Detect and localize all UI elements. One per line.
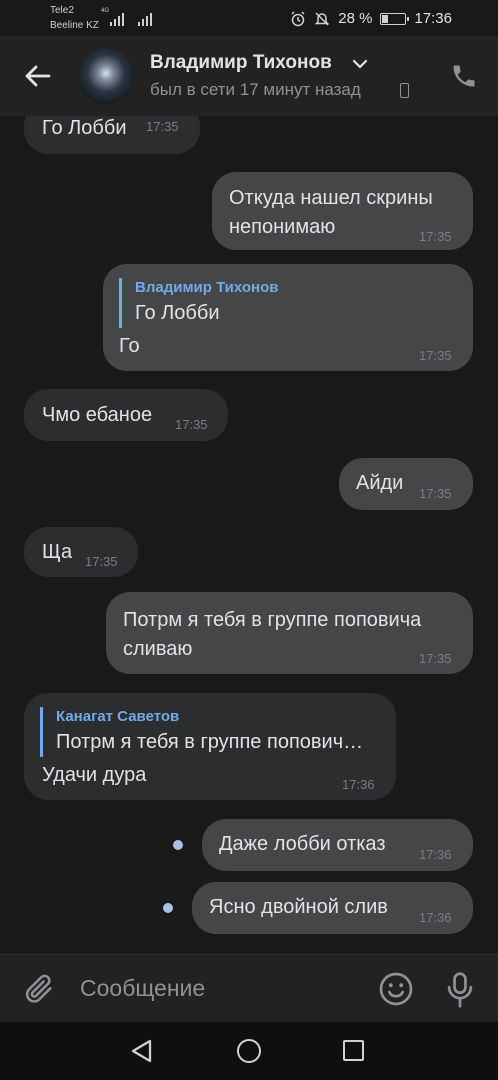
contact-name[interactable]: Владимир Тихонов — [150, 52, 332, 74]
clock: 17:36 — [414, 10, 452, 27]
message-text: Го — [119, 335, 140, 357]
chevron-down-icon[interactable] — [352, 58, 368, 70]
smile-icon[interactable] — [378, 971, 414, 1007]
unread-indicator — [163, 903, 173, 913]
reply-text: Го Лобби — [135, 302, 220, 324]
mobile-device-icon — [400, 83, 409, 98]
message-text-line: Потрм я тебя в группе поповича — [123, 609, 422, 631]
message-outgoing-reply[interactable]: Владимир Тихонов Го Лобби Го 17:35 — [103, 264, 473, 371]
reply-quote[interactable]: Канагат Саветов Потрм я тебя в группе по… — [40, 707, 363, 757]
avatar[interactable] — [78, 48, 134, 104]
microphone-icon[interactable] — [446, 971, 474, 1009]
message-text-line: непонимаю — [229, 216, 336, 238]
message-text: Го Лобби — [42, 117, 127, 139]
phone-icon[interactable] — [450, 62, 478, 90]
arrow-left-icon[interactable] — [22, 60, 54, 92]
message-text: Удачи дура — [42, 764, 147, 786]
message-time: 17:35 — [419, 651, 452, 666]
message-list[interactable]: Го Лобби 17:35 Откуда нашел скрины непон… — [0, 116, 498, 954]
network-type: 4G — [101, 8, 110, 14]
message-time: 17:35 — [146, 119, 179, 134]
message-text: Ща — [42, 541, 73, 563]
message-text: Ясно двойной слив — [209, 896, 388, 918]
reply-author: Владимир Тихонов — [135, 279, 279, 296]
message-text: Даже лобби отказ — [219, 833, 386, 855]
message-input[interactable] — [80, 975, 360, 1002]
message-text: Айди — [356, 472, 404, 494]
message-text-line: Откуда нашел скрины — [229, 187, 433, 209]
message-time: 17:35 — [175, 417, 208, 432]
message-composer — [0, 954, 498, 1022]
nav-home-icon[interactable] — [237, 1039, 261, 1063]
alarm-icon — [291, 10, 305, 26]
message-text: Чмо ебаное — [42, 404, 153, 426]
paperclip-icon[interactable] — [22, 971, 56, 1007]
unread-indicator — [173, 840, 183, 850]
message-time: 17:35 — [85, 554, 118, 569]
message-incoming[interactable]: Го Лобби 17:35 — [24, 116, 200, 154]
message-incoming[interactable]: Ща 17:35 — [24, 527, 138, 577]
message-time: 17:35 — [419, 229, 452, 244]
message-outgoing[interactable]: Айди 17:35 — [339, 458, 473, 510]
reply-author: Канагат Саветов — [56, 708, 180, 725]
message-text-line: сливаю — [123, 638, 193, 660]
battery-percent: 28 % — [338, 10, 373, 27]
message-time: 17:36 — [419, 847, 452, 862]
message-outgoing[interactable]: Ясно двойной слив 17:36 — [192, 882, 473, 934]
message-time: 17:36 — [419, 910, 452, 925]
signal-icon-2 — [138, 12, 154, 26]
system-nav-bar — [0, 1022, 498, 1080]
message-time: 17:35 — [419, 486, 452, 501]
status-right: 28 % 17:36 — [290, 10, 452, 27]
message-incoming[interactable]: Чмо ебаное 17:35 — [24, 389, 228, 441]
last-seen-status: был в сети 17 минут назад — [150, 80, 361, 99]
message-incoming-reply[interactable]: Канагат Саветов Потрм я тебя в группе по… — [24, 693, 396, 800]
chat-header: Владимир Тихонов был в сети 17 минут наз… — [0, 36, 498, 116]
message-outgoing[interactable]: Откуда нашел скрины непонимаю 17:35 — [212, 172, 473, 250]
message-time: 17:35 — [419, 348, 452, 363]
message-time: 17:36 — [342, 777, 375, 792]
nav-recents-icon[interactable] — [343, 1040, 364, 1061]
message-outgoing[interactable]: Потрм я тебя в группе поповича сливаю 17… — [106, 592, 473, 674]
message-outgoing[interactable]: Даже лобби отказ 17:36 — [202, 819, 473, 871]
nav-back-icon[interactable] — [130, 1039, 154, 1063]
reply-quote[interactable]: Владимир Тихонов Го Лобби — [119, 278, 278, 328]
reply-text: Потрм я тебя в группе попович… — [56, 731, 364, 753]
carrier-label-1: Tele2 — [50, 5, 74, 16]
status-bar: Tele2 Beeline KZ 4G 28 % 17:36 — [0, 0, 498, 36]
signal-icon — [110, 12, 126, 26]
battery-icon — [380, 12, 410, 25]
mute-bell-icon — [314, 11, 330, 26]
carrier-label-2: Beeline KZ — [50, 20, 99, 31]
